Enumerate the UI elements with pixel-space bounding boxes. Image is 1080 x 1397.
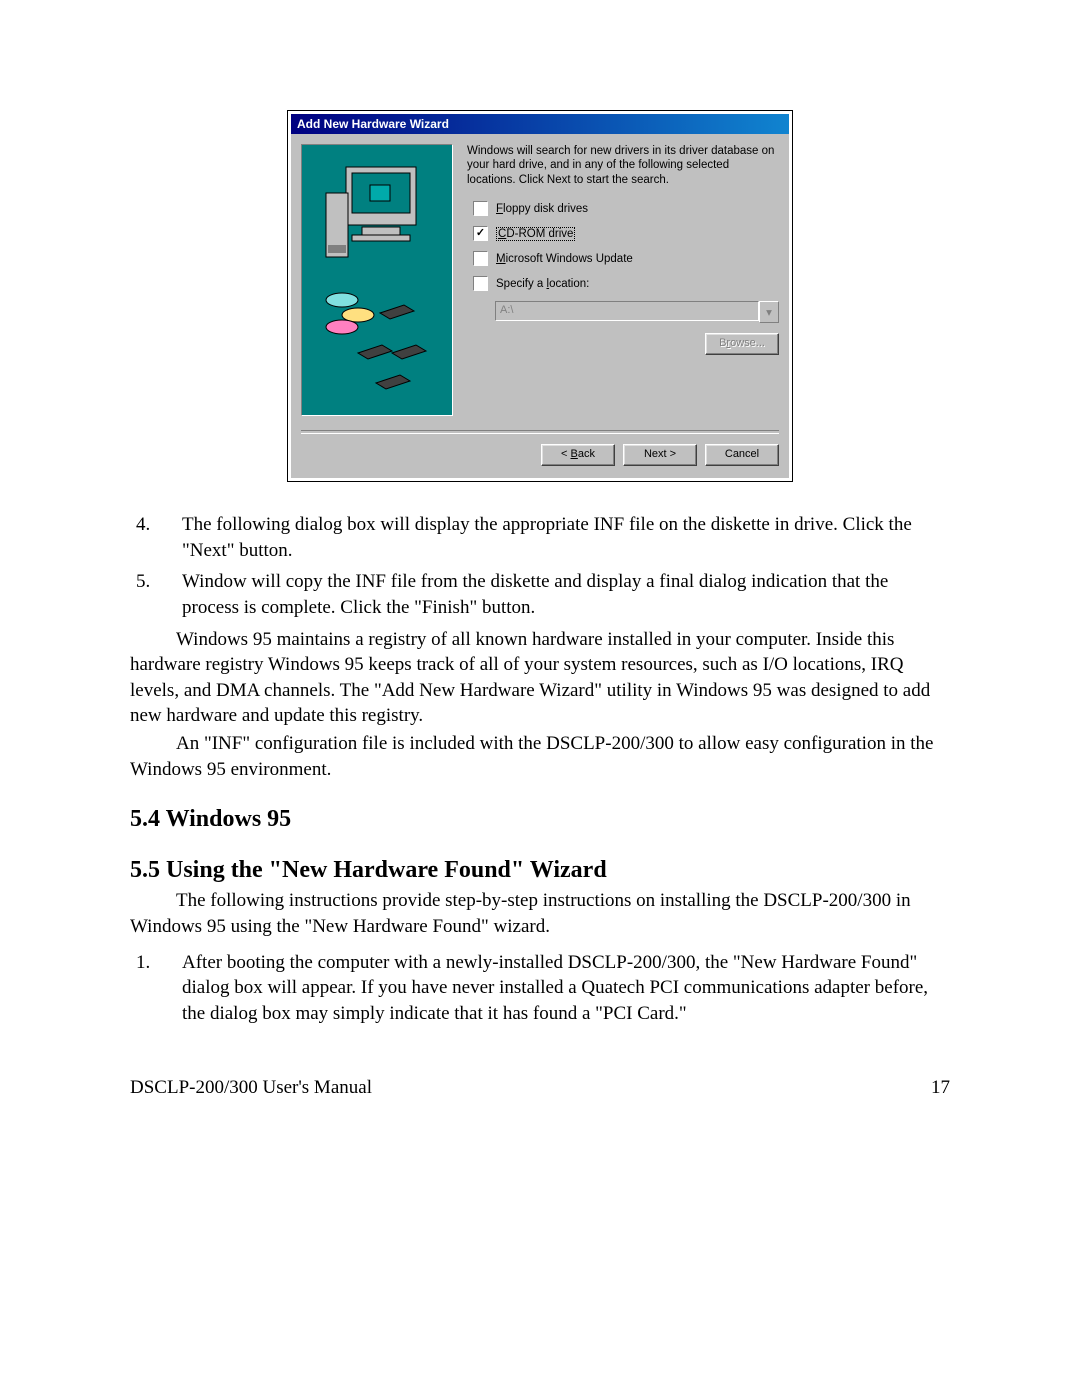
back-button[interactable]: < Back <box>541 444 615 466</box>
section-heading-5-5: 5.5 Using the "New Hardware Found" Wizar… <box>130 857 950 884</box>
option-cdrom[interactable]: CD-ROM drive <box>473 226 779 241</box>
label-cdrom: CD-ROM drive <box>496 227 575 241</box>
checkbox-winupdate[interactable] <box>473 251 488 266</box>
computer-art-icon <box>302 145 452 415</box>
footer-page-number: 17 <box>931 1077 950 1099</box>
location-input[interactable]: A:\ <box>495 301 759 321</box>
browse-button[interactable]: Browse... <box>705 333 779 355</box>
step-number: 5. <box>130 569 182 620</box>
wizard-intro-text: Windows will search for new drivers in i… <box>467 144 779 187</box>
checkbox-specify[interactable] <box>473 276 488 291</box>
label-specify: Specify a location: <box>496 278 589 290</box>
option-specify[interactable]: Specify a location: <box>473 276 779 291</box>
checkbox-cdrom[interactable] <box>473 226 488 241</box>
wizard-dialog: Add New Hardware Wizard <box>291 114 789 478</box>
step-text: The following dialog box will display th… <box>182 512 950 563</box>
section-heading-5-4: 5.4 Windows 95 <box>130 806 950 833</box>
dialog-titlebar: Add New Hardware Wizard <box>291 114 789 134</box>
wizard-dialog-screenshot: Add New Hardware Wizard <box>287 110 793 482</box>
step-text: After booting the computer with a newly-… <box>182 950 950 1027</box>
footer-manual-name: DSCLP-200/300 User's Manual <box>130 1077 372 1099</box>
page-footer: DSCLP-200/300 User's Manual 17 <box>130 1077 950 1099</box>
step-number: 1. <box>130 950 182 1027</box>
body-paragraph-1: Windows 95 maintains a registry of all k… <box>130 627 950 730</box>
dialog-title: Add New Hardware Wizard <box>297 117 449 131</box>
option-floppy[interactable]: Floppy disk drives <box>473 201 779 216</box>
option-winupdate[interactable]: Microsoft Windows Update <box>473 251 779 266</box>
location-dropdown-button[interactable]: ▾ <box>759 301 779 323</box>
wizard-artwork-panel <box>301 144 453 416</box>
steps-list-2: 1. After booting the computer with a new… <box>130 950 950 1027</box>
cancel-button[interactable]: Cancel <box>705 444 779 466</box>
step-text: Window will copy the INF file from the d… <box>182 569 950 620</box>
label-winupdate: Microsoft Windows Update <box>496 253 633 265</box>
checkbox-floppy[interactable] <box>473 201 488 216</box>
step-number: 4. <box>130 512 182 563</box>
label-floppy: Floppy disk drives <box>496 203 588 215</box>
steps-list-1: 4. The following dialog box will display… <box>130 512 950 621</box>
body-paragraph-2: An "INF" configuration file is included … <box>130 731 950 782</box>
next-button[interactable]: Next > <box>623 444 697 466</box>
body-paragraph-3: The following instructions provide step-… <box>130 888 950 939</box>
